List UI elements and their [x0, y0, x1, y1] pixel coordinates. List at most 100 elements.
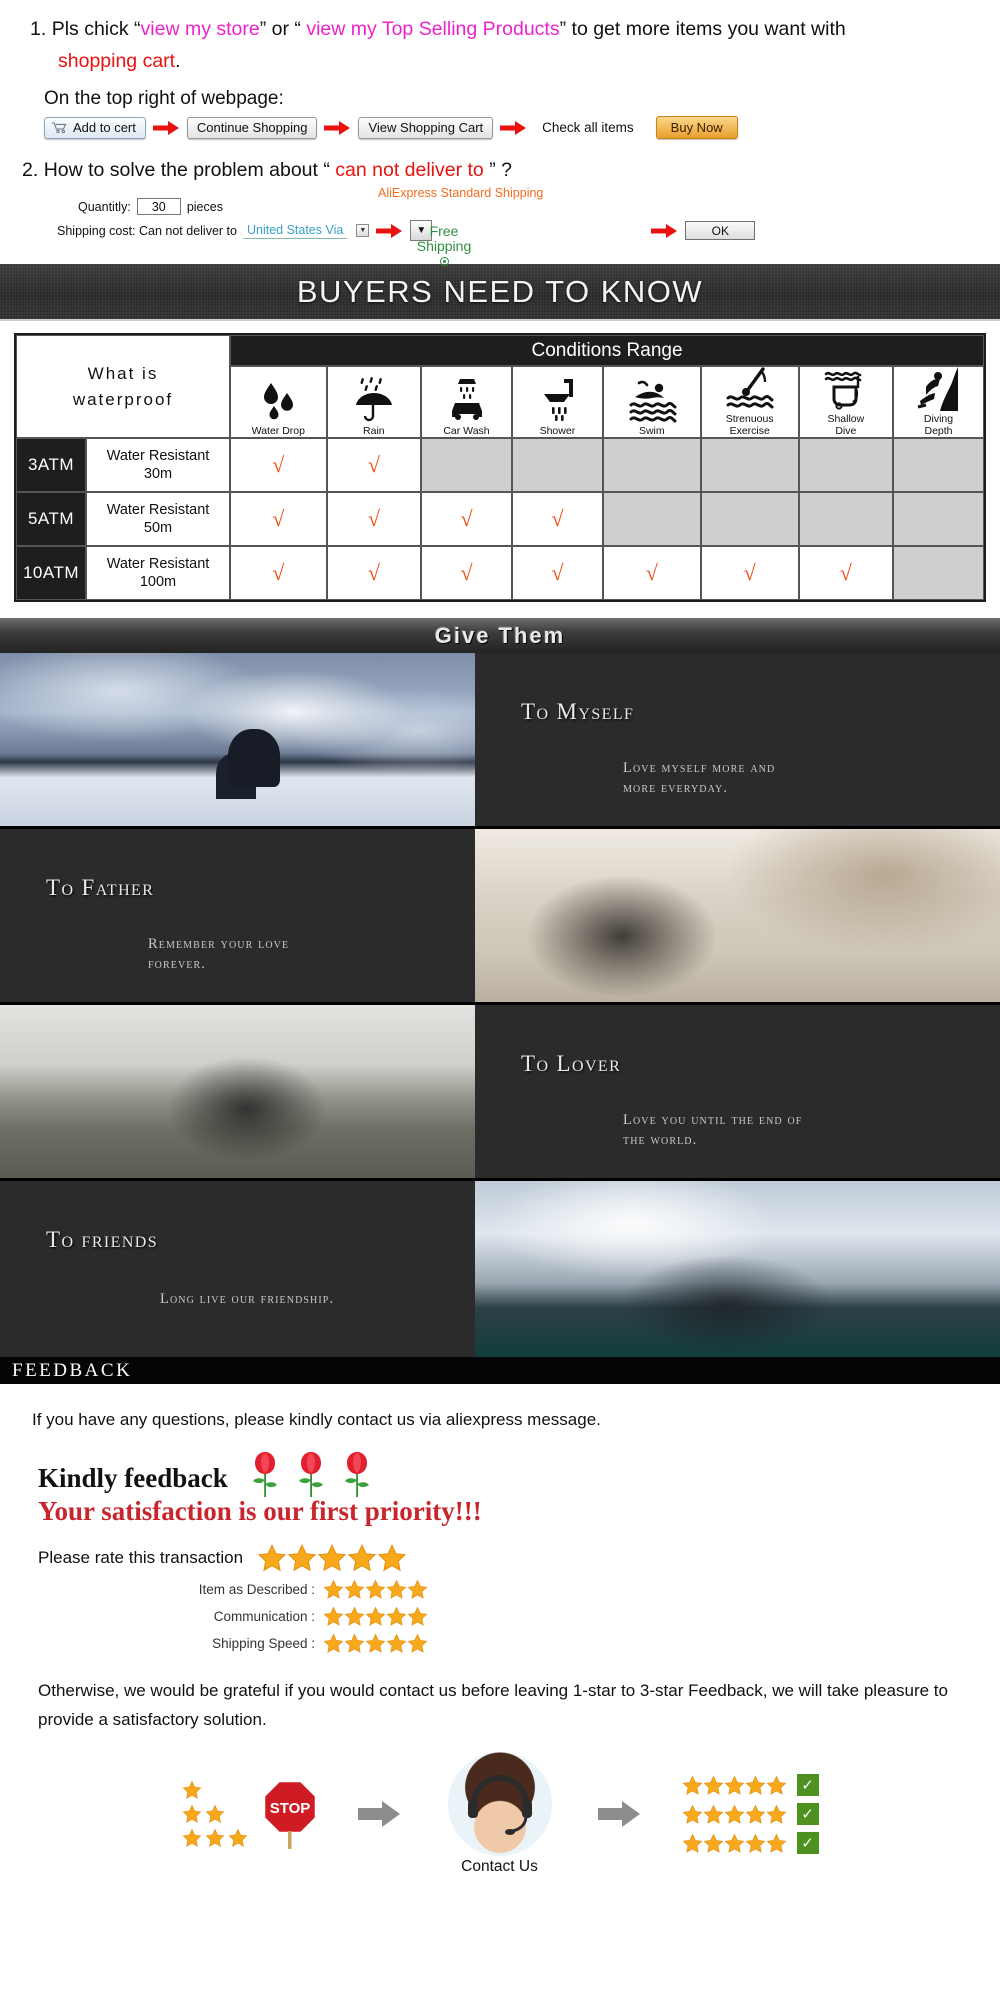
check-mark-icon: √: [551, 560, 564, 585]
view-my-store-link[interactable]: view my store: [141, 18, 260, 40]
stop-sign-icon: STOP: [262, 1779, 317, 1849]
star-icon: [182, 1780, 201, 1799]
col-label-shower: Shower: [539, 424, 576, 437]
cart-flow-row: Add to cert Continue Shopping View Shopp…: [44, 116, 1000, 139]
continue-shopping-label: Continue Shopping: [196, 120, 308, 135]
view-shopping-cart-button[interactable]: View Shopping Cart: [358, 116, 494, 139]
star-rating: [323, 1633, 428, 1654]
star-icon: [344, 1633, 365, 1653]
high-rating-row: ✓: [682, 1803, 819, 1825]
condition-unsupported-cell: [700, 492, 799, 546]
star-icon: [745, 1804, 765, 1824]
sub-rating-row: Communication :: [38, 1606, 428, 1627]
view-shopping-cart-label: View Shopping Cart: [368, 120, 484, 135]
country-dropdown-caret[interactable]: ▼: [356, 224, 370, 237]
buyers-banner-title: BUYERS NEED TO KNOW: [296, 273, 704, 309]
col-strenuous-exercise: Strenuous Exercise: [700, 366, 799, 438]
buy-now-button[interactable]: Buy Now: [655, 116, 738, 139]
green-check-icon: ✓: [796, 1832, 819, 1854]
photo-couple-bw: [0, 1005, 475, 1178]
table-row: 10ATM Water Resistant 100m √ √ √ √ √ √ √: [16, 546, 984, 600]
panel-sub-line1: Remember your love: [148, 936, 290, 952]
feedback-note: Otherwise, we would be grateful if you w…: [38, 1681, 948, 1729]
svg-text:STOP: STOP: [269, 1800, 310, 1817]
ok-button[interactable]: OK: [685, 221, 756, 240]
star-icon: [682, 1804, 702, 1824]
buy-now-label: Buy Now: [670, 120, 723, 135]
rate-transaction-stars[interactable]: [257, 1543, 407, 1573]
condition-supported-cell: √: [326, 546, 422, 600]
contact-us-agent[interactable]: Contact Us: [442, 1752, 558, 1876]
add-to-cart-button[interactable]: Add to cert: [44, 116, 146, 139]
strenuous-exercise-icon: [726, 367, 774, 409]
buyers-need-to-know-banner: BUYERS NEED TO KNOW: [0, 264, 1000, 321]
panel-to-myself: To Myself Love myself more and more ever…: [475, 653, 1000, 826]
panel-title-to-myself: To Myself: [521, 699, 635, 724]
panel-sub-to-friends: Long live our friendship.: [160, 1289, 455, 1309]
atm-badge: 5ATM: [16, 492, 86, 546]
condition-unsupported-cell: [700, 438, 799, 492]
feedback-banner-title: FEEDBACK: [12, 1359, 133, 1381]
check-mark-icon: √: [272, 452, 285, 477]
diving-depth-icon: [917, 367, 958, 411]
star-icon: [182, 1804, 201, 1823]
sub-ratings-group: Item as Described : Communication : Shippi…: [0, 1579, 1000, 1654]
star-icon: [377, 1543, 407, 1572]
feedback-section: If you have any questions, please kindly…: [0, 1384, 1000, 1894]
quantity-input[interactable]: 30: [136, 198, 181, 215]
star-icon: [182, 1828, 201, 1847]
free-shipping-radio[interactable]: [439, 257, 449, 266]
star-icon: [745, 1775, 765, 1795]
star-rating: [682, 1804, 787, 1825]
desc-line1: Water Resistant: [106, 556, 210, 572]
what-is-line2: waterproof: [72, 389, 174, 409]
rate-transaction-row: Please rate this transaction: [38, 1543, 1000, 1573]
panel-title-to-lover: To Lover: [521, 1051, 622, 1076]
panel-sub-line2: forever.: [148, 956, 206, 972]
condition-supported-cell: √: [230, 492, 327, 546]
condition-unsupported-cell: [798, 438, 894, 492]
condition-unsupported-cell: [602, 492, 701, 546]
desc-line1: Water Resistant: [106, 448, 210, 464]
col-label-shallow-l1: Shallow: [827, 413, 865, 425]
star-icon: [745, 1833, 765, 1853]
cannot-deliver-text: can not deliver to: [335, 159, 484, 181]
star-icon: [766, 1833, 786, 1853]
star-icon: [323, 1606, 344, 1626]
panel-title-to-friends: To friends: [46, 1227, 159, 1252]
star-icon: [344, 1606, 365, 1626]
instruction-1-line1: 1. Pls chick “view my store” or “ view m…: [30, 14, 1000, 44]
star-rating: [323, 1606, 428, 1627]
table-header-row: What is waterproof Conditions Range: [16, 335, 984, 438]
panel-sub-line1: Love you until the end of: [623, 1112, 803, 1128]
condition-supported-cell: √: [511, 546, 603, 600]
col-rain: Rain: [326, 366, 422, 438]
col-label-swim: Swim: [638, 424, 665, 437]
low-rating-group: STOP: [182, 1779, 318, 1849]
desc-line1: Water Resistant: [106, 502, 210, 518]
red-arrow-icon: [324, 120, 351, 135]
free-shipping-option[interactable]: Free Shipping: [409, 224, 479, 266]
instruction-2-line: 2. How to solve the problem about “ can …: [22, 159, 1000, 182]
panel-to-father: To Father Remember your love forever.: [0, 829, 475, 1002]
rose-icon: [298, 1452, 323, 1497]
desc-line2: 100m: [139, 574, 177, 590]
instruction-2-post: ” ?: [483, 159, 512, 181]
panel-sub-line2: the world.: [623, 1132, 698, 1148]
condition-supported-cell: √: [230, 546, 327, 600]
shopping-cart-period: .: [175, 50, 181, 72]
high-rating-row: ✓: [682, 1832, 819, 1854]
star-icon: [724, 1775, 744, 1795]
roses-group: [250, 1450, 372, 1498]
country-select-value[interactable]: United States Via: [242, 223, 348, 239]
star-icon: [205, 1804, 224, 1823]
water-resistance-desc: Water Resistant 100m: [86, 546, 230, 600]
continue-shopping-button[interactable]: Continue Shopping: [186, 116, 318, 139]
sub-rating-label: Communication :: [213, 1609, 315, 1624]
grid-row-4: To friends Long live our friendship.: [0, 1181, 1000, 1357]
red-arrow-icon: [376, 223, 403, 238]
shipping-carrier-label: AliExpress Standard Shipping: [378, 186, 544, 200]
panel-sub-to-lover: Love you until the end of the world.: [623, 1110, 980, 1150]
view-top-selling-link[interactable]: view my Top Selling Products: [306, 18, 559, 40]
star-icon: [703, 1775, 723, 1795]
